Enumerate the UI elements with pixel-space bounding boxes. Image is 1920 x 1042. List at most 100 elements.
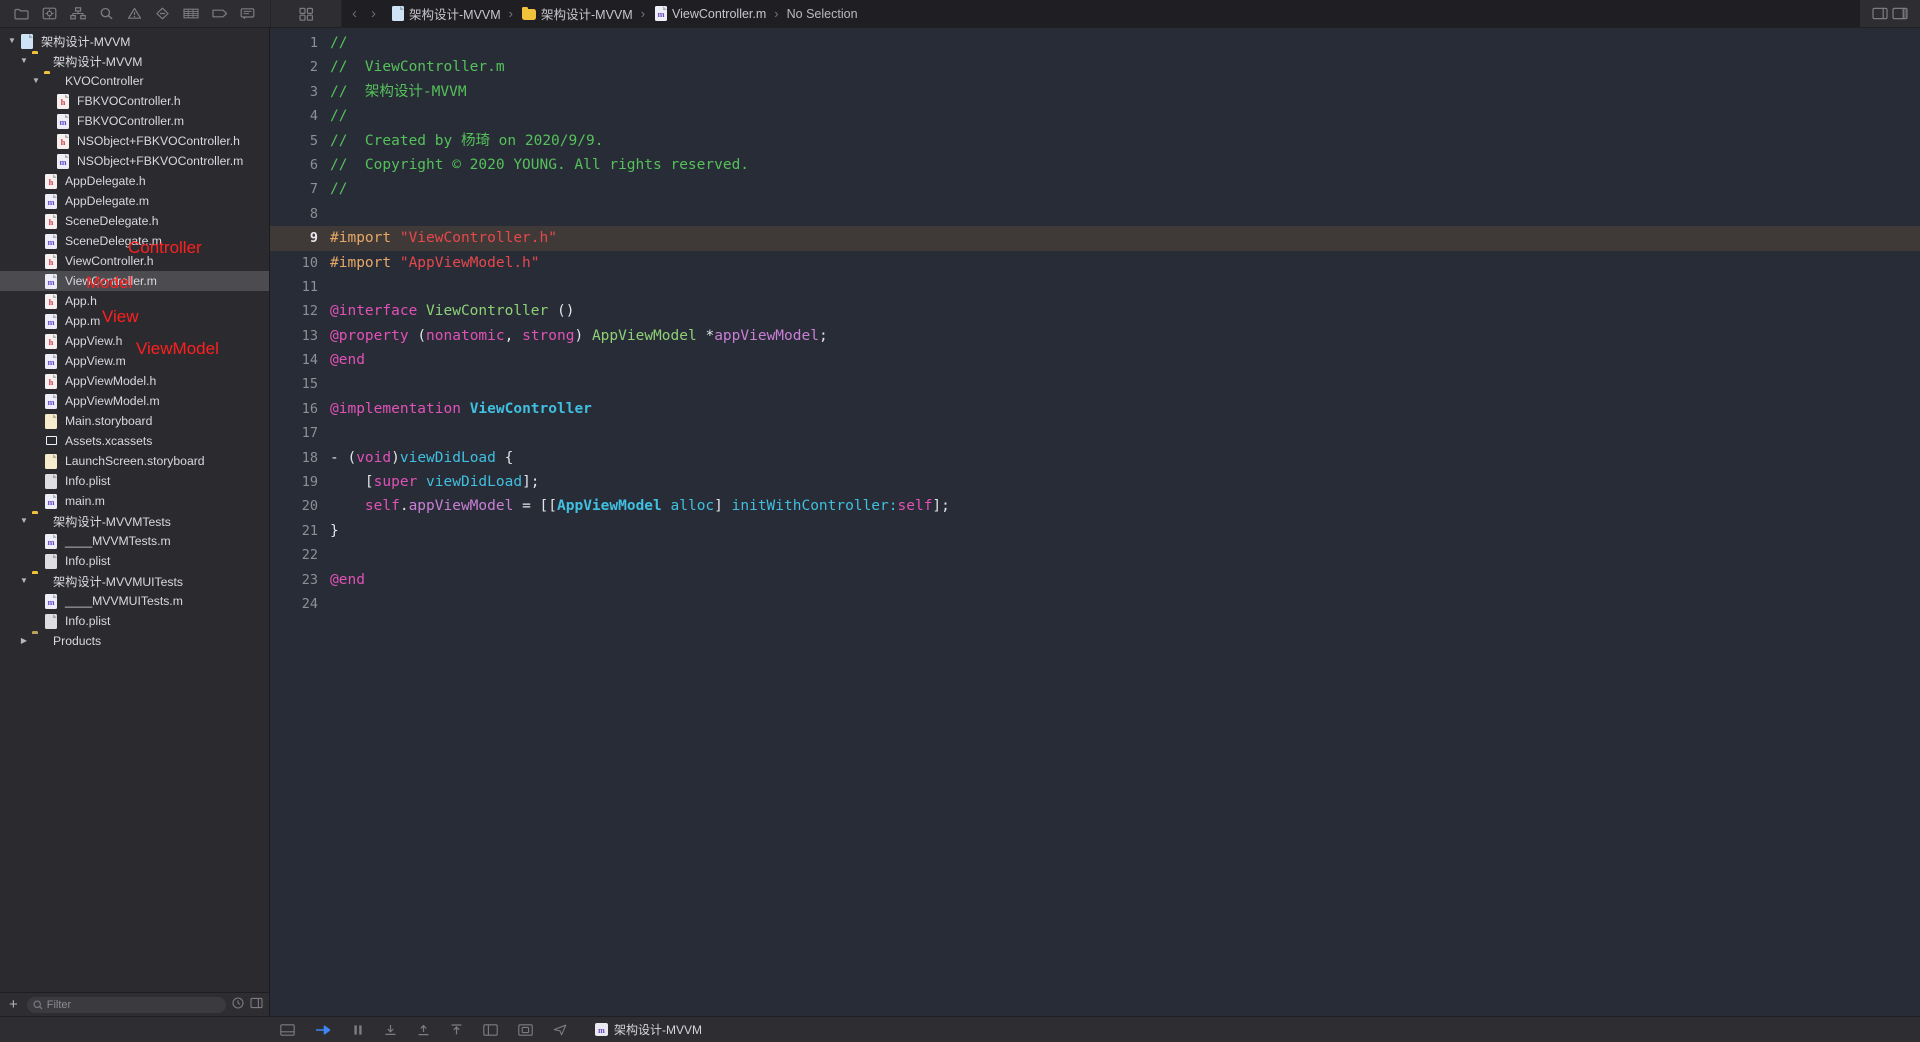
code-line[interactable]: 6 // Copyright © 2020 YOUNG. All rights r… — [270, 153, 1920, 177]
code-line[interactable]: 13 @property (nonatomic, strong) AppViewM… — [270, 324, 1920, 348]
code-line[interactable]: 8 — [270, 202, 1920, 226]
code-line[interactable]: 5 // Created by 杨琦 on 2020/9/9. — [270, 129, 1920, 153]
filter-input[interactable]: Filter — [26, 996, 226, 1013]
tree-item[interactable]: m ____MVVMTests.m — [0, 531, 269, 551]
disclosure-closed-icon[interactable]: ▶ — [18, 637, 30, 645]
step-over-icon[interactable] — [315, 1024, 332, 1036]
show-debug-area-icon[interactable] — [280, 1023, 295, 1036]
tree-item[interactable]: m App.m — [0, 311, 269, 331]
add-file-button[interactable]: + — [6, 997, 21, 1012]
tree-item[interactable]: h AppView.h — [0, 331, 269, 351]
scheme-indicator[interactable]: m 架构设计-MVVM — [595, 1021, 702, 1038]
tree-item[interactable]: ▼ 架构设计-MVVM — [0, 31, 269, 51]
breadcrumb-item-group[interactable]: 架构设计-MVVM — [519, 4, 635, 23]
tree-item[interactable]: h NSObject+FBKVOController.h — [0, 131, 269, 151]
tree-item[interactable]: Info.plist — [0, 611, 269, 631]
tree-item[interactable]: m SceneDelegate.m — [0, 231, 269, 251]
tree-item[interactable]: h SceneDelegate.h — [0, 211, 269, 231]
disclosure-open-icon[interactable]: ▼ — [6, 37, 18, 45]
tree-item[interactable]: h FBKVOController.h — [0, 91, 269, 111]
code-line[interactable]: 1 // — [270, 31, 1920, 55]
code-line[interactable]: 3 // 架构设计-MVVM — [270, 80, 1920, 104]
code-line[interactable]: 22 — [270, 543, 1920, 567]
code-area[interactable]: 1 // 2 // ViewController.m 3 // 架构设计-MVVM 4 // 5… — [270, 28, 1920, 1016]
step-up-icon[interactable] — [450, 1023, 463, 1036]
pause-icon[interactable] — [352, 1024, 364, 1036]
tree-item[interactable]: m NSObject+FBKVOController.m — [0, 151, 269, 171]
line-number: 12 — [301, 303, 318, 320]
recent-icon[interactable] — [232, 996, 244, 1014]
hierarchy-icon[interactable] — [70, 7, 86, 20]
tag-icon[interactable] — [211, 7, 228, 20]
source-control-icon[interactable] — [42, 7, 57, 20]
scope-icon[interactable] — [250, 996, 263, 1014]
code-line[interactable]: 16 @implementation ViewController — [270, 397, 1920, 421]
code-line[interactable]: 21} — [270, 519, 1920, 543]
library-panel-icon[interactable] — [1872, 7, 1888, 20]
step-into-icon[interactable] — [384, 1024, 397, 1036]
code-line[interactable]: 2 // ViewController.m — [270, 55, 1920, 79]
disclosure-open-icon[interactable]: ▼ — [18, 577, 30, 585]
source-editor[interactable]: 1 // 2 // ViewController.m 3 // 架构设计-MVVM 4 // 5… — [270, 28, 1920, 1016]
tree-item[interactable]: h AppViewModel.h — [0, 371, 269, 391]
tree-item[interactable]: ▼ 架构设计-MVVMTests — [0, 511, 269, 531]
tree-item[interactable]: m AppDelegate.m — [0, 191, 269, 211]
view-hierarchy-icon[interactable] — [483, 1023, 498, 1036]
tree-item[interactable]: h ViewController.h — [0, 251, 269, 271]
code-line[interactable]: 17 — [270, 421, 1920, 445]
tree-item[interactable]: ▼ 架构设计-MVVM — [0, 51, 269, 71]
tree-item[interactable]: Info.plist — [0, 551, 269, 571]
breadcrumb-item-file[interactable]: m ViewController.m — [651, 6, 768, 21]
code-line[interactable]: 10 #import "AppViewModel.h" — [270, 251, 1920, 275]
simulate-location-icon[interactable] — [553, 1024, 567, 1036]
back-button[interactable]: ‹ — [352, 6, 357, 21]
file-tree[interactable]: ▼ 架构设计-MVVM ▼ 架构设计-MVVM ▼ KVOController h FBKVO… — [0, 28, 269, 992]
tree-item[interactable]: Main.storyboard — [0, 411, 269, 431]
code-line[interactable]: 14 @end — [270, 348, 1920, 372]
code-line[interactable]: 19 [super viewDidLoad]; — [270, 470, 1920, 494]
comment-icon[interactable] — [240, 7, 255, 20]
tree-item[interactable]: h App.h — [0, 291, 269, 311]
code-line[interactable]: 24 — [270, 592, 1920, 616]
tree-item[interactable]: h AppDelegate.h — [0, 171, 269, 191]
tree-item[interactable]: ▶ Products — [0, 631, 269, 651]
code-line[interactable]: 12 @interface ViewController () — [270, 299, 1920, 323]
breadcrumb-item-project[interactable]: 架构设计-MVVM — [388, 4, 503, 23]
search-icon[interactable] — [99, 7, 114, 20]
inspector-panel-icon[interactable] — [1892, 7, 1908, 20]
tree-item-label: LaunchScreen.storyboard — [65, 454, 205, 468]
forward-button[interactable]: › — [371, 6, 376, 21]
line-number: 2 — [309, 59, 318, 76]
code-line[interactable]: 9 #import "ViewController.h" — [270, 226, 1920, 251]
list-icon[interactable] — [183, 7, 199, 20]
tree-item[interactable]: m FBKVOController.m — [0, 111, 269, 131]
tree-item[interactable]: Info.plist — [0, 471, 269, 491]
code-line[interactable]: 18 - (void)viewDidLoad { — [270, 446, 1920, 470]
warning-icon[interactable] — [127, 7, 142, 20]
tree-item[interactable]: m AppViewModel.m — [0, 391, 269, 411]
tree-item[interactable]: Assets.xcassets — [0, 431, 269, 451]
code-line[interactable]: 23 @end — [270, 568, 1920, 592]
tree-item[interactable]: m ____MVVMUITests.m — [0, 591, 269, 611]
tree-item[interactable]: m main.m — [0, 491, 269, 511]
code-line[interactable]: 11 — [270, 275, 1920, 299]
grid-icon[interactable] — [298, 7, 314, 21]
minus-circle-icon[interactable] — [155, 7, 170, 20]
tree-item[interactable]: m ViewController.m — [0, 271, 269, 291]
memory-graph-icon[interactable] — [518, 1023, 533, 1036]
step-out-icon[interactable] — [417, 1024, 430, 1036]
disclosure-open-icon[interactable]: ▼ — [18, 57, 30, 65]
code-line[interactable]: 4 // — [270, 104, 1920, 128]
disclosure-open-icon[interactable]: ▼ — [18, 517, 30, 525]
tree-item[interactable]: LaunchScreen.storyboard — [0, 451, 269, 471]
code-line-content: @implementation ViewController — [330, 400, 592, 417]
breadcrumb-item-selection[interactable]: No Selection — [785, 7, 860, 21]
code-line[interactable]: 20 self.appViewModel = [[AppViewModel al… — [270, 494, 1920, 518]
folder-icon[interactable] — [14, 7, 30, 20]
code-line[interactable]: 7 // — [270, 177, 1920, 201]
tree-item[interactable]: ▼ 架构设计-MVVMUITests — [0, 571, 269, 591]
tree-item[interactable]: m AppView.m — [0, 351, 269, 371]
tree-item[interactable]: ▼ KVOController — [0, 71, 269, 91]
code-line[interactable]: 15 — [270, 372, 1920, 396]
disclosure-open-icon[interactable]: ▼ — [30, 77, 42, 85]
